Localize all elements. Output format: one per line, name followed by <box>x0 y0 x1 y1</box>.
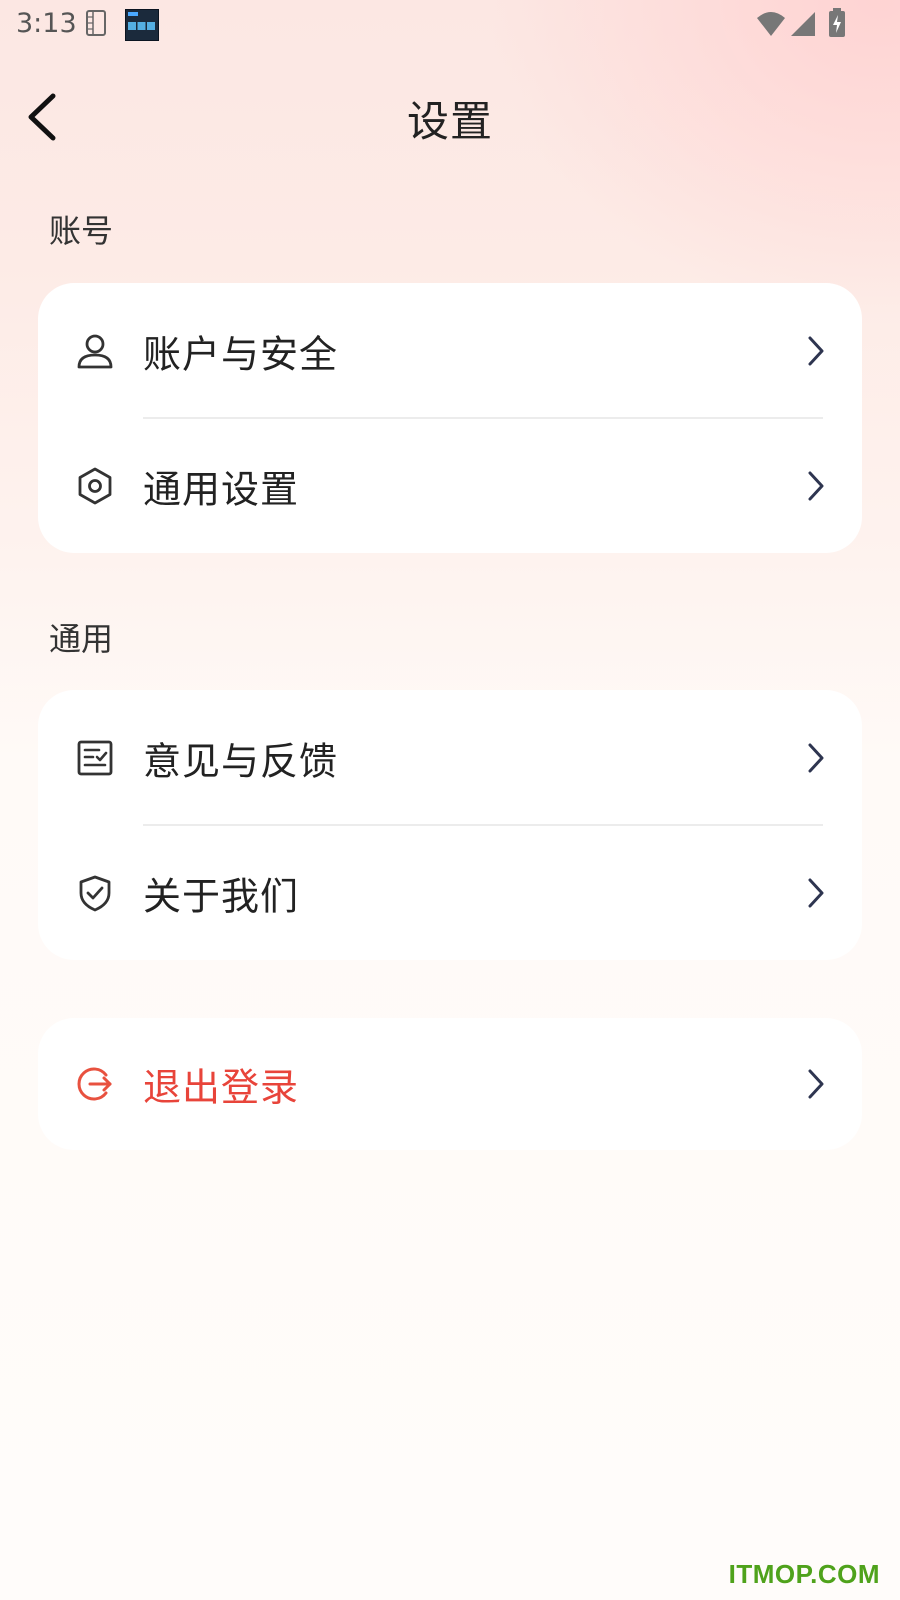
app-header: 设置 <box>0 70 900 160</box>
logout-row[interactable]: 退出登录 <box>38 1018 862 1150</box>
section-heading-account: 账号 <box>49 212 114 250</box>
chevron-right-icon <box>808 471 824 500</box>
shield-check-icon <box>79 875 111 911</box>
general-settings-row[interactable]: 通用设置 <box>38 418 862 553</box>
sim-card-icon <box>86 10 106 36</box>
about-us-row[interactable]: 关于我们 <box>38 825 862 960</box>
feedback-list-icon <box>77 740 113 775</box>
chevron-right-icon <box>808 1069 824 1099</box>
cellular-signal-icon <box>791 12 815 36</box>
wifi-icon <box>757 12 785 36</box>
logout-card: 退出登录 <box>38 1018 862 1150</box>
chevron-right-icon <box>808 878 824 907</box>
section-heading-general: 通用 <box>49 620 114 658</box>
about-us-label: 关于我们 <box>143 874 300 918</box>
account-security-label: 账户与安全 <box>143 332 339 376</box>
status-bar: 3:13 <box>0 0 900 48</box>
general-card: 意见与反馈 关于我们 <box>38 690 862 960</box>
feedback-row[interactable]: 意见与反馈 <box>38 690 862 825</box>
status-time: 3:13 <box>16 8 77 39</box>
general-settings-label: 通用设置 <box>143 467 300 511</box>
clock-app-icon <box>125 9 159 41</box>
feedback-label: 意见与反馈 <box>143 739 339 783</box>
hexagon-gear-icon <box>78 467 112 504</box>
chevron-right-icon <box>808 743 824 772</box>
logout-icon <box>77 1067 112 1101</box>
battery-charging-icon <box>829 8 845 37</box>
account-security-row[interactable]: 账户与安全 <box>38 283 862 418</box>
logout-label: 退出登录 <box>143 1065 300 1110</box>
chevron-right-icon <box>808 336 824 365</box>
watermark: ITMOP.COM <box>728 1559 880 1589</box>
page-title: 设置 <box>406 97 493 146</box>
person-icon <box>77 334 113 368</box>
account-card: 账户与安全 通用设置 <box>38 283 862 553</box>
